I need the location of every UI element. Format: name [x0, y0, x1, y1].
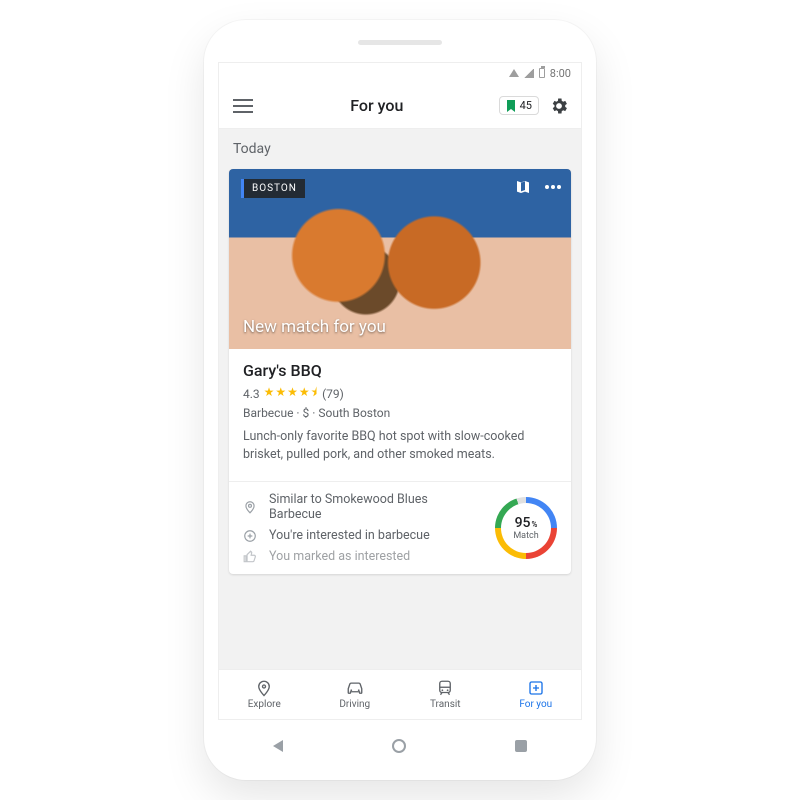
reason-text: You marked as interested [269, 549, 410, 564]
wifi-icon [509, 69, 519, 77]
card-body: Gary's BBQ 4.3 ★★★★⯨ (79) Barbecue · $ ·… [229, 349, 571, 481]
description: Lunch-only favorite BBQ hot spot with sl… [243, 428, 557, 463]
page-title: For you [255, 96, 499, 115]
rating-value: 4.3 [243, 387, 260, 401]
android-back-button[interactable] [273, 740, 283, 752]
location-chip[interactable]: BOSTON [241, 179, 305, 198]
place-name: Gary's BBQ [243, 361, 557, 380]
bookmark-count: 45 [520, 99, 532, 112]
tab-explore[interactable]: Explore [219, 670, 310, 719]
tab-label: Transit [430, 699, 461, 710]
section-heading: Today [219, 129, 581, 169]
price: $ [303, 406, 310, 420]
status-bar: 8:00 [219, 63, 581, 83]
hamburger-icon [233, 99, 253, 113]
match-reasons: Similar to Smokewood Blues Barbecue You'… [229, 481, 571, 574]
match-label: Match [513, 531, 538, 541]
status-time: 8:00 [550, 67, 571, 80]
review-count: (79) [322, 387, 344, 401]
category: Barbecue [243, 406, 293, 420]
cell-signal-icon [524, 69, 534, 78]
phone-frame: 8:00 For you 45 Today BOSTON [204, 20, 596, 780]
tab-label: For you [519, 699, 552, 710]
app-header: For you 45 [219, 83, 581, 129]
screen: 8:00 For you 45 Today BOSTON [218, 62, 582, 720]
bottom-tab-bar: Explore Driving Transit For you [219, 669, 581, 719]
tab-label: Driving [339, 699, 370, 710]
tab-driving[interactable]: Driving [310, 670, 401, 719]
settings-button[interactable] [549, 96, 569, 116]
match-percent: 95 [515, 515, 531, 531]
tab-label: Explore [248, 699, 281, 710]
star-icons: ★★★★⯨ [264, 383, 318, 404]
reason-item: You marked as interested [243, 549, 477, 564]
train-icon [436, 679, 454, 697]
tab-for-you[interactable]: For you [491, 670, 582, 719]
reason-text: Similar to Smokewood Blues Barbecue [269, 492, 477, 522]
neighborhood: South Boston [318, 406, 390, 420]
reason-item: You're interested in barbecue [243, 528, 477, 543]
battery-icon [539, 68, 545, 78]
car-icon [345, 679, 365, 697]
content-area[interactable]: Today BOSTON New match for you [219, 129, 581, 669]
bookmark-icon [506, 100, 516, 112]
hero-image: BOSTON New match for you [229, 169, 571, 349]
thumbs-up-icon [243, 550, 259, 564]
android-recent-button[interactable] [515, 740, 527, 752]
plus-circle-icon [243, 529, 259, 543]
match-ring[interactable]: 95% Match [495, 497, 557, 559]
tab-transit[interactable]: Transit [400, 670, 491, 719]
speaker-grille [358, 40, 442, 45]
place-card[interactable]: BOSTON New match for you Gary's BBQ [229, 169, 571, 574]
hero-caption: New match for you [243, 317, 386, 337]
match-ring-label: 95% Match [501, 503, 551, 553]
for-you-icon [527, 679, 545, 697]
saved-places-badge[interactable]: 45 [499, 96, 539, 115]
map-icon[interactable] [515, 179, 531, 195]
pin-outline-icon [255, 679, 273, 697]
reason-text: You're interested in barbecue [269, 528, 430, 543]
hamburger-menu-button[interactable] [231, 94, 255, 118]
reason-item: Similar to Smokewood Blues Barbecue [243, 492, 477, 522]
pin-icon [243, 500, 259, 514]
rating-row: 4.3 ★★★★⯨ (79) [243, 383, 557, 404]
more-icon[interactable] [545, 185, 561, 189]
android-home-button[interactable] [392, 739, 406, 753]
android-nav-bar [218, 728, 582, 764]
gear-icon [549, 96, 569, 116]
meta-row: Barbecue · $ · South Boston [243, 406, 557, 420]
